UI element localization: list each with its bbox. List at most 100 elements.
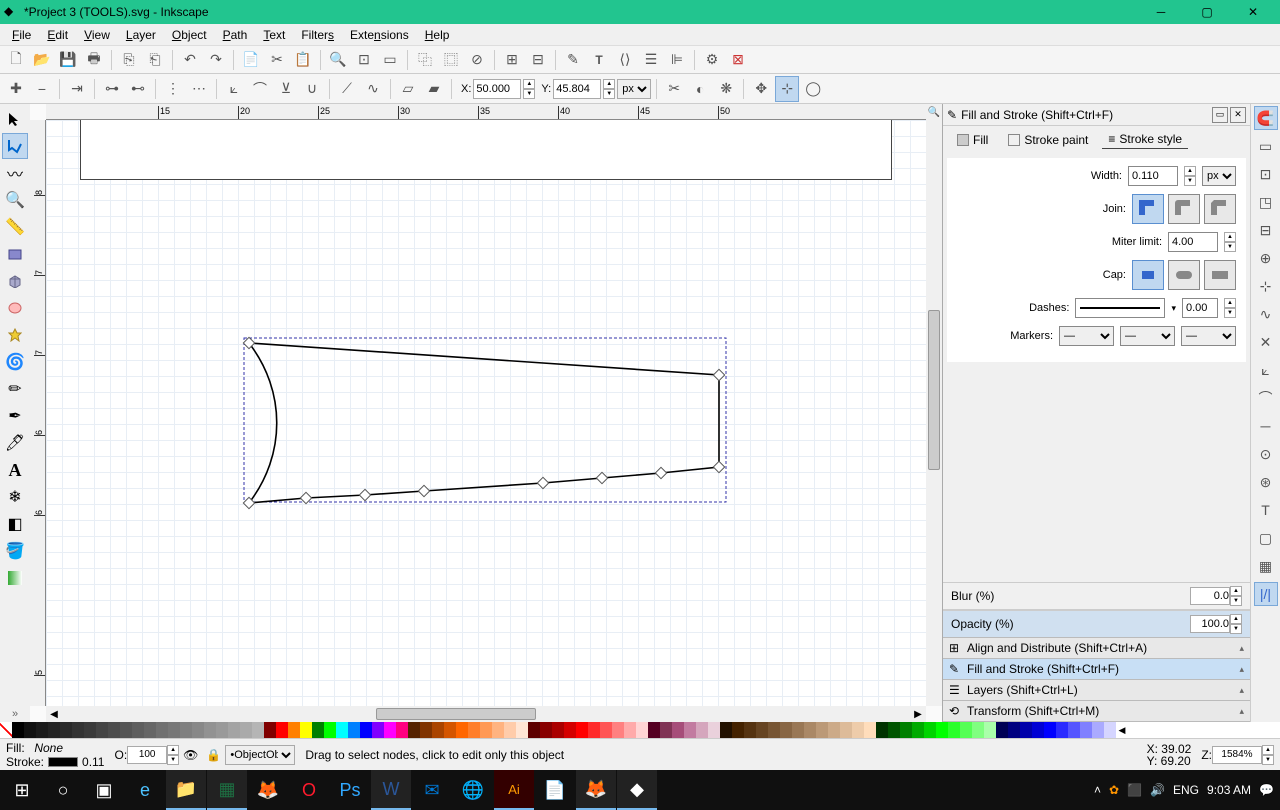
opac-down[interactable]: ▼ [1230, 624, 1242, 634]
text-tool-icon[interactable]: A [2, 457, 28, 483]
show-outline-icon[interactable]: ◯ [801, 76, 825, 102]
save-file-icon[interactable]: 💾 [56, 48, 80, 72]
maximize-button[interactable]: ▢ [1184, 0, 1230, 24]
layers-dialog-icon[interactable]: ☰ [639, 48, 663, 72]
zoom-tool-icon[interactable]: 🔍 [2, 187, 28, 213]
snap-rotation-icon[interactable]: ⊛ [1254, 470, 1278, 494]
paste-icon[interactable]: 📋 [291, 48, 315, 72]
scroll-right-icon[interactable]: ▶ [910, 706, 926, 722]
z-up[interactable]: ▲ [1262, 745, 1274, 755]
snap-intersection-icon[interactable]: ✕ [1254, 330, 1278, 354]
status-opacity-input[interactable] [127, 746, 167, 764]
join-round-icon[interactable] [1168, 194, 1200, 224]
dash-down[interactable]: ▼ [1224, 308, 1236, 318]
redo-icon[interactable]: ↷ [204, 48, 228, 72]
mask-edit-icon[interactable]: ◐ [688, 76, 712, 102]
selected-path[interactable] [241, 335, 741, 518]
tray-up-icon[interactable]: ˄ [1094, 783, 1101, 797]
snap-line-mid-icon[interactable]: ─ [1254, 414, 1278, 438]
status-fill-value[interactable]: None [29, 741, 69, 755]
marker-mid-select[interactable]: — [1120, 326, 1175, 346]
cut-icon[interactable]: ✂ [265, 48, 289, 72]
group-icon[interactable]: ⊞ [500, 48, 524, 72]
snap-node-icon[interactable]: ⊹ [1254, 274, 1278, 298]
width-down[interactable]: ▼ [1184, 176, 1196, 186]
snap-path-icon[interactable]: ∿ [1254, 302, 1278, 326]
panel-align[interactable]: ⊞Align and Distribute (Shift+Ctrl+A)▴ [943, 637, 1250, 659]
spray-tool-icon[interactable]: ❄ [2, 484, 28, 510]
import-icon[interactable]: ⎘ [117, 48, 141, 72]
node-auto-icon[interactable]: ∪ [300, 76, 324, 102]
node-smooth-icon[interactable]: ⌒ [248, 76, 272, 102]
snap-corner-icon[interactable]: ◳ [1254, 190, 1278, 214]
panel-transform[interactable]: ⟲Transform (Shift+Ctrl+M)▴ [943, 700, 1250, 722]
z-down[interactable]: ▼ [1262, 755, 1274, 765]
canvas-area[interactable]: 1520 2530 3540 4550 87 76 65 🔍 [30, 104, 942, 722]
menu-file[interactable]: File [4, 26, 39, 44]
snap-guide-icon[interactable]: |/| [1254, 582, 1278, 606]
show-transform-handles-icon[interactable]: ✥ [749, 76, 773, 102]
coord-unit-select[interactable]: px [617, 79, 651, 99]
fill-stroke-icon[interactable]: ✎ [561, 48, 585, 72]
new-file-icon[interactable]: 🗋 [4, 48, 28, 72]
menu-layer[interactable]: Layer [118, 26, 164, 44]
snap-edge-icon[interactable]: ⊡ [1254, 162, 1278, 186]
break-path-icon[interactable]: ⋯ [187, 76, 211, 102]
stroke-width-input[interactable] [1128, 166, 1178, 186]
miter-up[interactable]: ▲ [1224, 232, 1236, 242]
menu-view[interactable]: View [76, 26, 118, 44]
pencil-tool-icon[interactable]: ✏ [2, 376, 28, 402]
line-segment-icon[interactable]: ⟋ [335, 76, 359, 102]
x-spin-down[interactable]: ▼ [523, 89, 535, 99]
snap-grid-icon[interactable]: ▦ [1254, 554, 1278, 578]
y-coord-input[interactable] [553, 79, 601, 99]
layer-select[interactable]: •ObjectObject [225, 745, 295, 765]
dash-up[interactable]: ▲ [1224, 298, 1236, 308]
no-color-swatch[interactable] [0, 722, 12, 738]
blur-up[interactable]: ▲ [1230, 586, 1242, 596]
object-to-path-icon[interactable]: ▱ [396, 76, 420, 102]
next-path-effect-icon[interactable]: ❋ [714, 76, 738, 102]
snap-object-center-icon[interactable]: ⊙ [1254, 442, 1278, 466]
color-palette[interactable]: ◀ [0, 722, 1280, 738]
scroll-v-thumb[interactable] [928, 310, 940, 470]
break-node-icon[interactable]: ⇥ [65, 76, 89, 102]
palette-menu-icon[interactable]: ◀ [1116, 722, 1128, 738]
rect-tool-icon[interactable] [2, 241, 28, 267]
tab-fill[interactable]: Fill [951, 131, 994, 149]
menu-text[interactable]: Text [255, 26, 293, 44]
y-spin-up[interactable]: ▲ [603, 79, 615, 89]
width-up[interactable]: ▲ [1184, 166, 1196, 176]
tray-time[interactable]: 9:03 AM [1207, 783, 1251, 797]
x-spin-up[interactable]: ▲ [523, 79, 535, 89]
panel-close-icon[interactable]: ✕ [1230, 107, 1246, 123]
status-stroke-swatch[interactable] [48, 757, 78, 767]
tray-app2-icon[interactable]: ⬛ [1127, 783, 1142, 797]
chrome-icon[interactable]: 🌐 [453, 770, 493, 810]
open-file-icon[interactable]: 📂 [30, 48, 54, 72]
start-button[interactable]: ⊞ [2, 770, 42, 810]
blur-input[interactable] [1190, 587, 1230, 605]
edge-icon[interactable]: e [125, 770, 165, 810]
xml-icon[interactable]: ⟨⟩ [613, 48, 637, 72]
menu-path[interactable]: Path [215, 26, 256, 44]
duplicate-icon[interactable]: ⿻ [413, 48, 437, 72]
snap-text-icon[interactable]: T [1254, 498, 1278, 522]
explorer-icon[interactable]: 📁 [166, 770, 206, 810]
delete-segment-icon[interactable]: ⋮ [161, 76, 185, 102]
firefox2-icon[interactable]: 🦊 [576, 770, 616, 810]
snap-cusp-icon[interactable]: ⟀ [1254, 358, 1278, 382]
snap-enable-icon[interactable]: 🧲 [1254, 106, 1278, 130]
snap-smooth-icon[interactable]: ⌒ [1254, 386, 1278, 410]
dash-offset-input[interactable] [1182, 298, 1218, 318]
node-tool-icon[interactable] [2, 133, 28, 159]
star-tool-icon[interactable] [2, 322, 28, 348]
spiral-tool-icon[interactable]: 🌀 [2, 349, 28, 375]
marker-end-select[interactable]: — [1181, 326, 1236, 346]
circle-tool-icon[interactable] [2, 295, 28, 321]
menu-help[interactable]: Help [417, 26, 458, 44]
tray-volume-icon[interactable]: 🔊 [1150, 783, 1165, 797]
miter-limit-input[interactable] [1168, 232, 1218, 252]
cap-square-icon[interactable] [1204, 260, 1236, 290]
snap-bbox-icon[interactable]: ▭ [1254, 134, 1278, 158]
